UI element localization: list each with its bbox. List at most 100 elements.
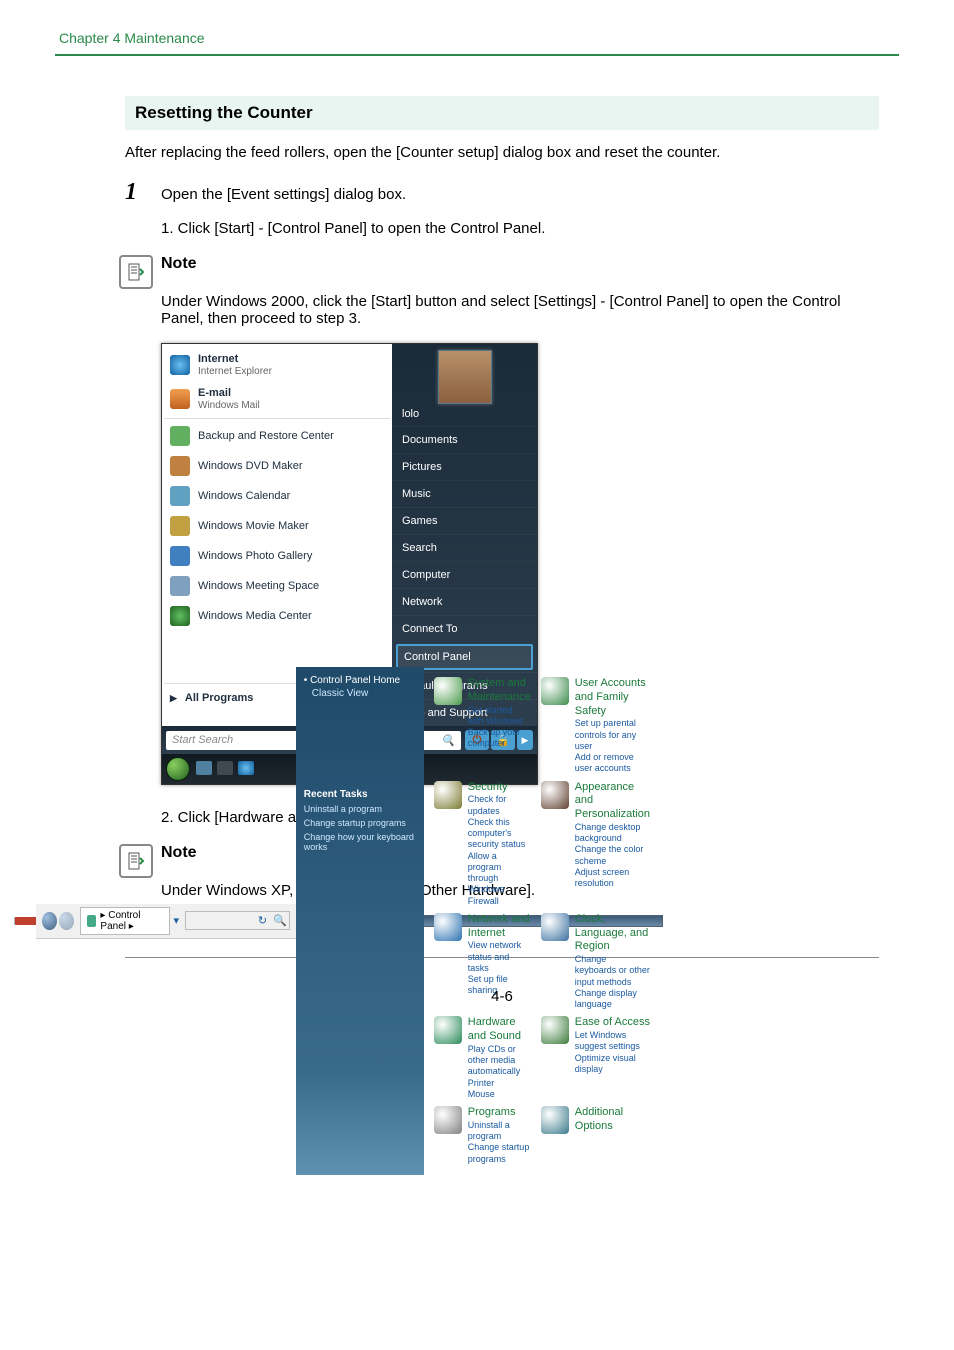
category-link[interactable]: Optimize visual display (575, 1053, 650, 1076)
user-avatar (438, 350, 492, 404)
category-item[interactable]: ProgramsUninstall a programChange startu… (434, 1106, 531, 1165)
right-item[interactable]: Documents (392, 426, 537, 453)
app-icon (170, 516, 190, 536)
category-link[interactable]: Check for updates (468, 794, 531, 817)
category-item[interactable]: User Accounts and Family SafetySet up pa… (541, 677, 650, 775)
sidebar-home[interactable]: Control Panel Home (304, 675, 416, 686)
control-panel-item[interactable]: Control Panel (396, 644, 533, 670)
dropdown-icon[interactable]: ▾ (174, 914, 180, 927)
chapter-header: Chapter 4 Maintenance (59, 30, 899, 46)
start-orb-icon[interactable] (166, 757, 190, 781)
recent-task[interactable]: Uninstall a program (304, 804, 416, 814)
category-link[interactable]: Change startup programs (468, 1142, 531, 1165)
item-label: Windows Media Center (198, 610, 312, 622)
start-item[interactable]: Windows Photo Gallery (164, 541, 390, 571)
category-icon (434, 781, 462, 809)
tray-icon[interactable] (196, 761, 212, 775)
start-item[interactable]: Windows Meeting Space (164, 571, 390, 601)
category-title[interactable]: System and Maintenance (468, 677, 531, 705)
start-item[interactable]: Windows Media Center (164, 601, 390, 631)
category-link[interactable]: Uninstall a program (468, 1120, 531, 1143)
category-item[interactable]: Appearance and PersonalizationChange des… (541, 781, 650, 907)
page: Chapter 4 Maintenance Resetting the Coun… (0, 0, 954, 1045)
refresh-icon[interactable]: ↻ (258, 914, 267, 927)
category-title[interactable]: Security (468, 781, 531, 795)
start-item[interactable]: Windows Calendar (164, 481, 390, 511)
category-link[interactable]: Back up your computer (468, 727, 531, 750)
category-link[interactable]: Adjust screen resolution (575, 867, 650, 890)
breadcrumb[interactable]: ▸ Control Panel ▸ (80, 907, 170, 935)
category-item[interactable]: Hardware and SoundPlay CDs or other medi… (434, 1016, 531, 1100)
right-item[interactable]: Music (392, 480, 537, 507)
category-item[interactable]: Additional Options (541, 1106, 650, 1165)
item-label: Windows Calendar (198, 490, 290, 502)
category-item[interactable]: SecurityCheck for updatesCheck this comp… (434, 781, 531, 907)
category-link[interactable]: Get started with Windows (468, 705, 531, 728)
tray-icon[interactable] (238, 761, 254, 775)
category-link[interactable]: Play CDs or other media automatically (468, 1044, 531, 1078)
item-label: Windows Photo Gallery (198, 550, 312, 562)
category-link[interactable]: Change keyboards or other input methods (575, 954, 650, 988)
recent-task[interactable]: Change startup programs (304, 818, 416, 828)
category-item[interactable]: Ease of AccessLet Windows suggest settin… (541, 1016, 650, 1100)
quick-launch (196, 761, 256, 778)
right-item[interactable]: Pictures (392, 453, 537, 480)
category-title[interactable]: User Accounts and Family Safety (575, 677, 650, 718)
right-item[interactable]: Connect To (392, 615, 537, 642)
item-title: E-mail (198, 387, 260, 399)
tray-icon[interactable] (217, 761, 233, 775)
back-button[interactable] (42, 912, 57, 930)
category-link[interactable]: Change desktop background (575, 822, 650, 845)
app-icon (170, 486, 190, 506)
category-link[interactable]: Let Windows suggest settings (575, 1030, 650, 1053)
start-item[interactable]: Backup and Restore Center (164, 421, 390, 451)
category-link[interactable]: Allow a program through Windows Firewall (468, 851, 531, 907)
category-link[interactable]: Change the color scheme (575, 844, 650, 867)
category-item[interactable]: System and MaintenanceGet started with W… (434, 677, 531, 775)
start-item-email[interactable]: E-mailWindows Mail (164, 382, 390, 416)
start-item[interactable]: Windows DVD Maker (164, 451, 390, 481)
note-label: Note (161, 844, 197, 862)
control-panel-icon (87, 915, 97, 927)
category-link[interactable]: Add or remove user accounts (575, 752, 650, 775)
category-link[interactable]: Set up parental controls for any user (575, 718, 650, 752)
category-icon (434, 1016, 462, 1044)
category-title[interactable]: Appearance and Personalization (575, 781, 650, 822)
note-icon (119, 255, 153, 289)
sidebar-classic-view[interactable]: Classic View (304, 688, 416, 699)
forward-button[interactable] (59, 912, 74, 930)
item-title: Internet (198, 353, 272, 365)
category-icon (434, 677, 462, 705)
recent-task[interactable]: Change how your keyboard works (304, 832, 416, 852)
category-link[interactable]: Mouse (468, 1089, 531, 1100)
user-name: lolo (392, 406, 537, 426)
category-link[interactable]: View network status and tasks (468, 940, 531, 974)
start-item-internet[interactable]: InternetInternet Explorer (164, 348, 390, 382)
category-title[interactable]: Additional Options (575, 1106, 650, 1134)
category-title[interactable]: Ease of Access (575, 1016, 650, 1030)
right-item[interactable]: Computer (392, 561, 537, 588)
nav-bar: ▸ Control Panel ▸ ▾ ↻ 🔍 (36, 904, 296, 939)
category-title[interactable]: Programs (468, 1106, 531, 1120)
item-label: Windows Movie Maker (198, 520, 309, 532)
category-title[interactable]: Network and Internet (468, 913, 531, 941)
right-item[interactable]: Search (392, 534, 537, 561)
ie-icon (170, 355, 190, 375)
maximize-icon[interactable] (14, 917, 36, 925)
right-item[interactable]: Network (392, 588, 537, 615)
item-sub: Windows Mail (198, 400, 260, 411)
category-title[interactable]: Clock, Language, and Region (575, 913, 650, 954)
category-item[interactable]: Network and InternetView network status … (434, 913, 531, 1011)
category-icon (434, 913, 462, 941)
category-link[interactable]: Change display language (575, 988, 650, 1011)
search-box[interactable]: ↻ 🔍 (185, 911, 290, 930)
category-item[interactable]: Clock, Language, and RegionChange keyboa… (541, 913, 650, 1011)
category-link[interactable]: Check this computer's security status (468, 817, 531, 851)
category-title[interactable]: Hardware and Sound (468, 1016, 531, 1044)
close-icon[interactable] (15, 917, 37, 925)
item-label: Backup and Restore Center (198, 430, 334, 442)
window-titlebar: ▸ Control Panel ▸ ▾ ↻ 🔍 Control Panel Ho… (162, 916, 662, 926)
category-link[interactable]: Printer (468, 1078, 531, 1089)
right-item[interactable]: Games (392, 507, 537, 534)
start-item[interactable]: Windows Movie Maker (164, 511, 390, 541)
